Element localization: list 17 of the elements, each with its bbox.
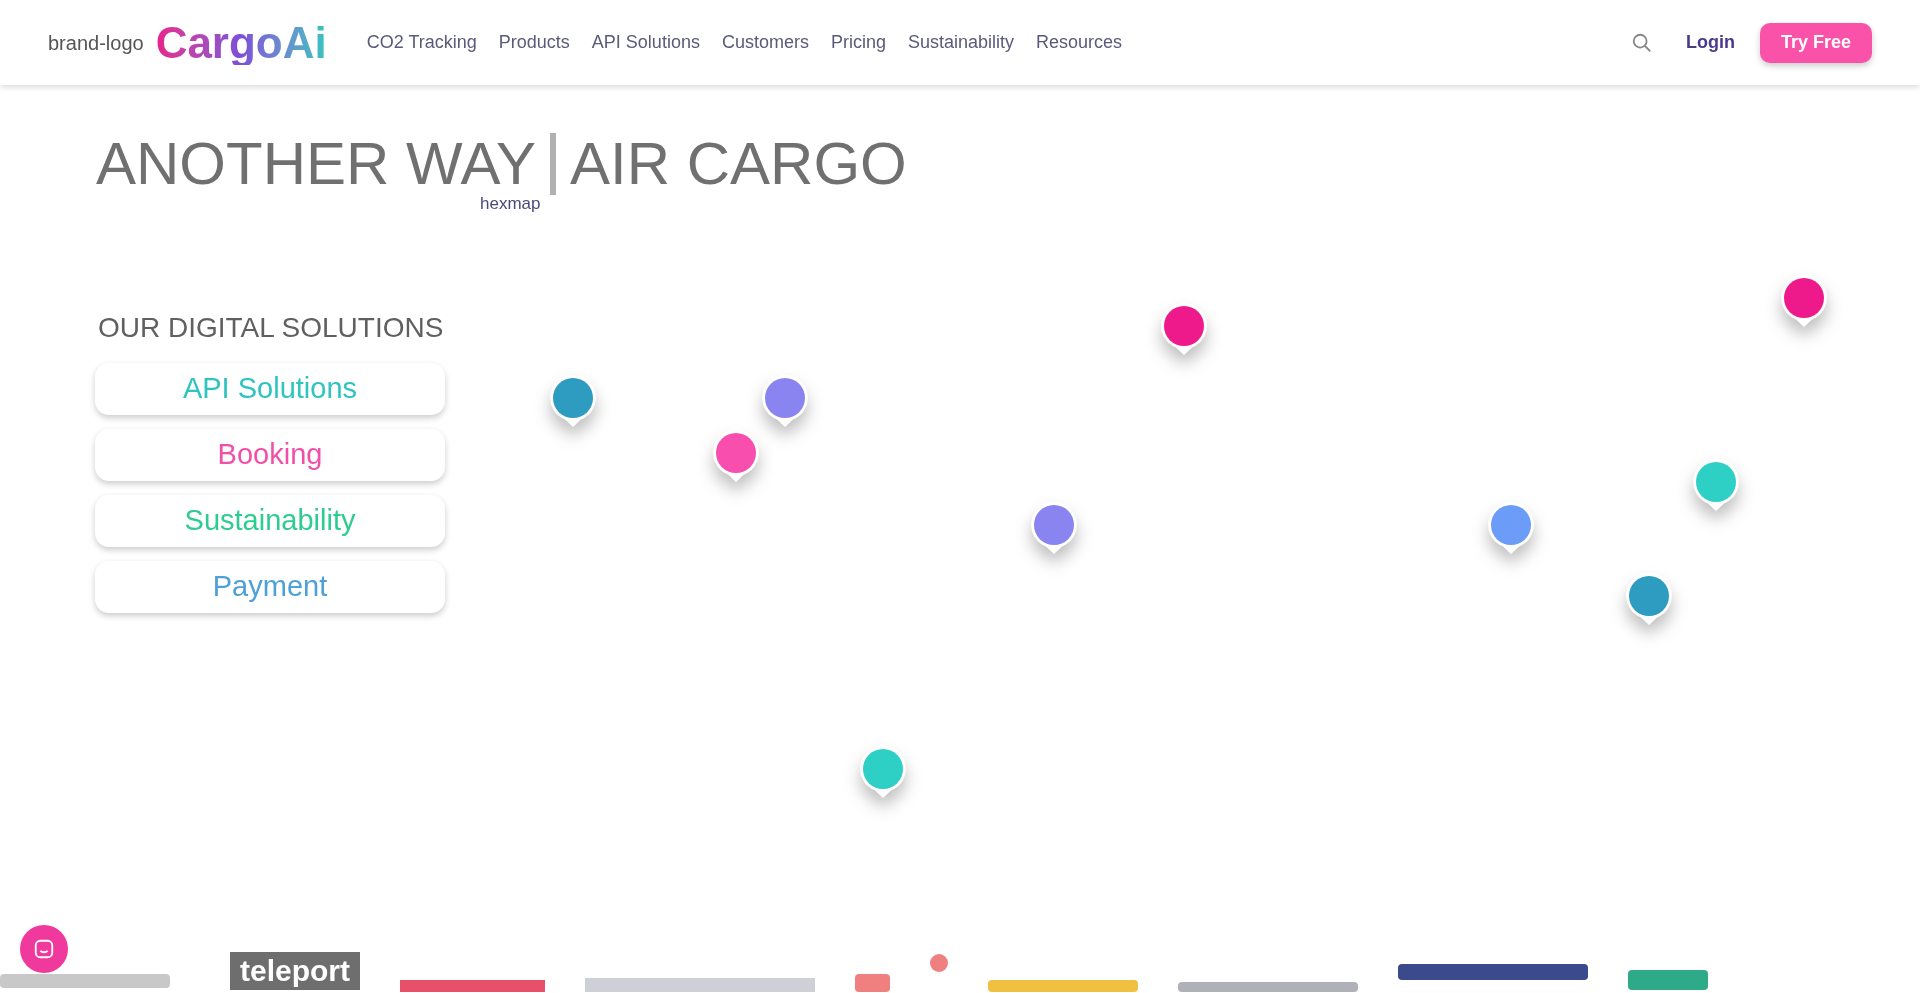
chat-button[interactable]	[20, 925, 68, 973]
headline-text: AIR CARGO	[570, 134, 907, 194]
chat-icon	[33, 938, 55, 960]
nav-link[interactable]: CO2 Tracking	[366, 29, 477, 56]
nav-link[interactable]: API Solutions	[591, 29, 700, 56]
partner-logo: teleport	[230, 952, 360, 990]
login-link[interactable]: Login	[1685, 29, 1735, 56]
nav-link[interactable]: Resources	[1036, 29, 1123, 56]
nav-link[interactable]: Sustainability	[907, 29, 1015, 56]
broken-image-alt-text: brand-logo	[48, 30, 144, 56]
nav-link[interactable]: Customers	[721, 29, 809, 56]
nav-link[interactable]: Products	[498, 29, 570, 56]
section-heading: OUR DIGITAL SOLUTIONS	[98, 311, 445, 345]
broken-image-alt-text: hexmap	[480, 195, 541, 212]
nav-link[interactable]: Pricing	[830, 29, 886, 56]
headline-text: ANOTHER WAY	[96, 134, 536, 194]
search-icon[interactable]	[1630, 31, 1653, 54]
